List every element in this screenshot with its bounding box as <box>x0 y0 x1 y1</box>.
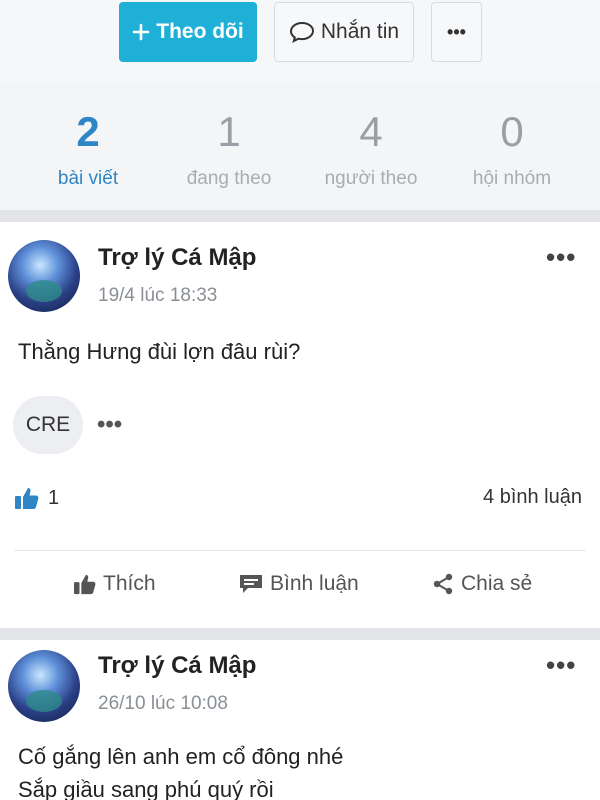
stat-followers-label: người theo <box>324 168 418 189</box>
follow-button-label: Theo dõi <box>156 20 244 43</box>
follow-button[interactable]: Theo dõi <box>119 2 257 62</box>
comment-count[interactable]: 4 bình luận <box>483 486 582 509</box>
post-timestamp: 26/10 lúc 10:08 <box>98 693 228 714</box>
thumbs-up-icon <box>14 486 40 510</box>
stat-posts-label: bài viết <box>57 168 119 189</box>
post-author-name[interactable]: Trợ lý Cá Mập <box>98 652 256 680</box>
stat-following[interactable]: 1 đang theo <box>154 106 304 190</box>
stat-followers[interactable]: 4 người theo <box>296 106 446 190</box>
stat-groups-value: 0 <box>500 108 524 155</box>
post-timestamp: 19/4 lúc 18:33 <box>98 285 218 306</box>
message-button[interactable]: Nhắn tin <box>274 2 414 62</box>
share-icon <box>431 572 455 596</box>
tag-more-button[interactable]: ••• <box>97 411 122 439</box>
post-author-name[interactable]: Trợ lý Cá Mập <box>98 244 256 272</box>
post-more-button[interactable]: ••• <box>546 242 576 273</box>
more-options-label: ••• <box>447 21 466 42</box>
stat-posts[interactable]: 2 bài viết <box>13 106 163 190</box>
post-text-line-2: Sắp giầu sang phú quý rồi <box>18 777 274 800</box>
profile-stats: 2 bài viết 1 đang theo 4 người theo 0 hộ… <box>0 82 600 210</box>
speech-bubble-icon <box>289 21 315 43</box>
stat-followers-value: 4 <box>359 108 383 155</box>
profile-actions-bar: Theo dõi Nhắn tin ••• <box>0 0 600 82</box>
stat-following-label: đang theo <box>186 168 272 189</box>
post-reactions-row: 1 4 bình luận <box>0 486 600 516</box>
comment-button[interactable]: Bình luận <box>238 572 359 596</box>
stat-groups-label: hội nhóm <box>472 168 552 189</box>
comment-button-label: Bình luận <box>270 572 359 595</box>
thumbs-up-icon <box>73 573 97 595</box>
section-divider <box>0 628 600 640</box>
like-count[interactable]: 1 <box>14 486 59 510</box>
section-divider <box>0 210 600 222</box>
share-button-label: Chia sẻ <box>461 572 533 595</box>
avatar[interactable] <box>8 650 80 722</box>
like-button[interactable]: Thích <box>73 572 156 596</box>
post-divider <box>14 550 586 551</box>
stat-following-value: 1 <box>217 108 241 155</box>
more-options-button[interactable]: ••• <box>431 2 482 62</box>
post-card: Trợ lý Cá Mập 26/10 lúc 10:08 ••• Cố gắn… <box>0 640 600 800</box>
comment-icon <box>238 573 264 595</box>
share-button[interactable]: Chia sẻ <box>431 572 532 596</box>
avatar[interactable] <box>8 240 80 312</box>
post-text-line-1: Cố gắng lên anh em cổ đông nhé <box>18 744 344 769</box>
like-button-label: Thích <box>103 572 156 595</box>
post-card: Trợ lý Cá Mập 19/4 lúc 18:33 ••• Thằng H… <box>0 222 600 628</box>
plus-icon <box>132 23 150 41</box>
post-text: Thằng Hưng đùi lợn đâu rùi? <box>18 339 301 364</box>
stock-tag-chip[interactable]: CRE <box>13 396 83 454</box>
post-more-button[interactable]: ••• <box>546 650 576 681</box>
like-count-value: 1 <box>48 486 60 509</box>
stat-groups[interactable]: 0 hội nhóm <box>437 106 587 190</box>
message-button-label: Nhắn tin <box>320 20 400 43</box>
stat-posts-value: 2 <box>76 108 100 155</box>
